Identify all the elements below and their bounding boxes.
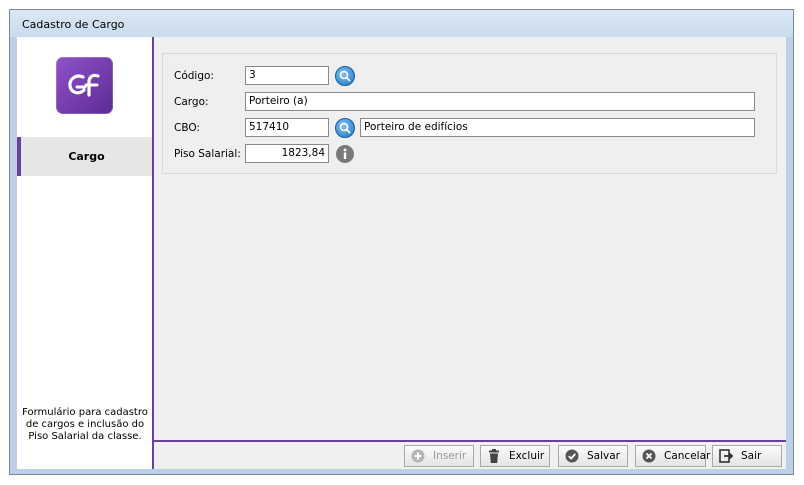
sair-button[interactable]: Sair xyxy=(712,445,782,467)
check-circle-icon xyxy=(564,448,580,464)
piso-salarial-field[interactable]: 1823,84 xyxy=(245,144,329,163)
sidebar-item-cargo[interactable]: Cargo xyxy=(17,137,152,176)
exit-icon xyxy=(718,448,734,464)
salvar-button[interactable]: Salvar xyxy=(558,445,628,467)
cbo-field[interactable]: 517410 xyxy=(245,118,329,137)
cbo-description-field[interactable]: Porteiro de edifícios xyxy=(360,118,755,137)
cancelar-label: Cancelar xyxy=(664,450,711,462)
form-panel: Código: 3 Cargo: Porteiro (a) CBO: 51741… xyxy=(162,53,777,174)
sidebar-item-label: Cargo xyxy=(68,150,105,163)
codigo-search-icon[interactable] xyxy=(335,66,355,86)
client-area: Cargo Formulário para cadastro de cargos… xyxy=(17,37,786,469)
trash-icon xyxy=(486,448,502,464)
cargo-field[interactable]: Porteiro (a) xyxy=(245,92,755,111)
cargo-label: Cargo: xyxy=(174,96,209,108)
piso-salarial-label: Piso Salarial: xyxy=(174,148,241,160)
cancelar-button[interactable]: Cancelar xyxy=(635,445,710,467)
plus-circle-icon xyxy=(410,448,426,464)
sair-label: Sair xyxy=(741,450,762,462)
window-title: Cadastro de Cargo xyxy=(22,18,125,31)
excluir-button[interactable]: Excluir xyxy=(480,445,550,467)
info-icon[interactable] xyxy=(336,145,354,163)
inserir-label: Inserir xyxy=(433,450,467,462)
title-bar: Cadastro de Cargo xyxy=(10,10,793,37)
excluir-label: Excluir xyxy=(509,450,545,462)
sidebar: Cargo Formulário para cadastro de cargos… xyxy=(17,37,152,469)
codigo-label: Código: xyxy=(174,70,214,82)
cancel-circle-icon xyxy=(641,448,657,464)
sidebar-description: Formulário para cadastro de cargos e inc… xyxy=(22,407,148,442)
main-panel: Código: 3 Cargo: Porteiro (a) CBO: 51741… xyxy=(154,37,786,469)
salvar-label: Salvar xyxy=(587,450,620,462)
cbo-search-icon[interactable] xyxy=(335,118,355,138)
codigo-field[interactable]: 3 xyxy=(245,66,329,85)
window: Cadastro de Cargo Cargo Formulário para … xyxy=(9,9,794,475)
cbo-label: CBO: xyxy=(174,122,200,134)
toolbar-divider xyxy=(154,440,786,442)
inserir-button[interactable]: Inserir xyxy=(404,445,474,467)
logo-icon xyxy=(56,57,113,114)
